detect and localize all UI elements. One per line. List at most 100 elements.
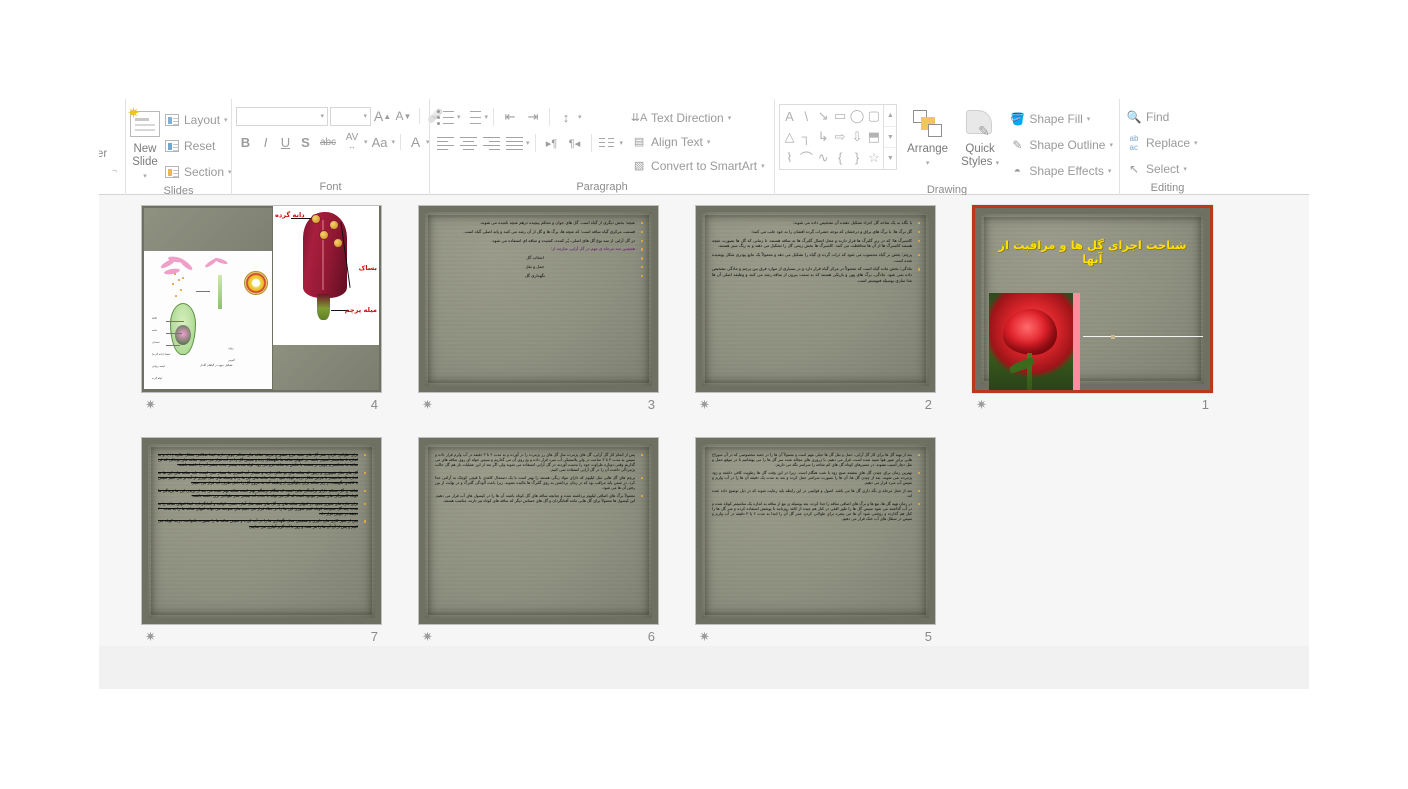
shape-arrow-line-icon[interactable]: ↘ bbox=[815, 106, 832, 127]
increase-font-size-button[interactable]: A ▲ bbox=[373, 106, 392, 126]
align-chevron-down-icon[interactable]: ▾ bbox=[526, 139, 530, 147]
shape-triangle-icon[interactable]: △ bbox=[781, 127, 798, 148]
shape-fill-chevron-down-icon[interactable]: ▾ bbox=[1087, 115, 1091, 123]
animation-indicator-icon[interactable]: ✷ bbox=[699, 398, 710, 411]
layout-button[interactable]: Layout ▾ bbox=[162, 108, 234, 131]
shape-line-icon[interactable]: \ bbox=[798, 106, 815, 127]
animation-indicator-icon[interactable]: ✷ bbox=[699, 630, 710, 643]
slide-thumbnail-6[interactable]: پس از اتمام کار گل آرایی، گل های پژمرده … bbox=[418, 437, 659, 625]
ltr-direction-button[interactable]: ▸¶ bbox=[541, 132, 563, 154]
align-center-button[interactable] bbox=[457, 132, 479, 154]
section-button[interactable]: Section ▾ bbox=[162, 160, 234, 183]
shape-star-icon[interactable]: ☆ bbox=[865, 147, 882, 168]
replace-chevron-down-icon[interactable]: ▾ bbox=[1194, 139, 1198, 147]
decrease-font-size-button[interactable]: A ▼ bbox=[394, 106, 413, 126]
layout-chevron-down-icon[interactable]: ▾ bbox=[224, 116, 228, 124]
font-name-chevron-down-icon[interactable]: ▾ bbox=[320, 112, 324, 120]
slide-thumbnail-cell[interactable]: پس از اتمام کار گل آرایی، گل های پژمرده … bbox=[400, 437, 677, 669]
animation-indicator-icon[interactable]: ✷ bbox=[422, 398, 433, 411]
font-size-chevron-down-icon[interactable]: ▾ bbox=[363, 112, 367, 120]
shapes-scroll-down-icon[interactable]: ▼ bbox=[884, 127, 897, 149]
animation-indicator-icon[interactable]: ✷ bbox=[145, 630, 156, 643]
smartart-chevron-down-icon[interactable]: ▾ bbox=[761, 162, 765, 170]
shape-arc-icon[interactable]: ⌒ bbox=[798, 147, 815, 168]
shape-elbow-arrow-icon[interactable]: ↳ bbox=[815, 127, 832, 148]
line-spacing-chevron-down-icon[interactable]: ▾ bbox=[578, 113, 582, 121]
columns-chevron-down-icon[interactable]: ▾ bbox=[620, 139, 624, 147]
shape-scribble-icon[interactable]: ⌇ bbox=[781, 147, 798, 168]
convert-to-smartart-button[interactable]: ▧ Convert to SmartArt ▾ bbox=[629, 154, 767, 177]
numbering-button[interactable] bbox=[462, 106, 484, 128]
animation-indicator-icon[interactable]: ✷ bbox=[145, 398, 156, 411]
justify-button[interactable] bbox=[503, 132, 525, 154]
bold-button[interactable]: B bbox=[236, 132, 255, 152]
quick-styles-button[interactable]: ✎ Quick Styles ▾ bbox=[958, 104, 1003, 170]
shape-right-brace-icon[interactable]: } bbox=[849, 147, 866, 168]
increase-indent-button[interactable]: ⇥ bbox=[522, 106, 544, 128]
shape-rounded-rect-icon[interactable]: ▢ bbox=[865, 106, 882, 127]
align-left-button[interactable] bbox=[434, 132, 456, 154]
change-case-chevron-down-icon[interactable]: ▾ bbox=[392, 138, 396, 146]
shape-text-box-icon[interactable]: A bbox=[781, 106, 798, 127]
slide-thumbnail-cell[interactable]: برای طولانی کردن عمر گل های مقید مرغ عشق… bbox=[123, 437, 400, 669]
shape-left-brace-icon[interactable]: { bbox=[832, 147, 849, 168]
font-color-button[interactable]: A bbox=[406, 132, 425, 152]
shape-folded-corner-icon[interactable]: ⬒ bbox=[865, 127, 882, 148]
slide-thumbnail-1[interactable]: شناخت اجزای گل ها و مراقبت از آنها bbox=[971, 204, 1214, 394]
font-name-input[interactable]: ▾ bbox=[236, 106, 328, 126]
italic-button[interactable]: I bbox=[256, 132, 275, 152]
animation-indicator-icon[interactable]: ✷ bbox=[976, 398, 987, 411]
decrease-indent-button[interactable]: ⇤ bbox=[499, 106, 521, 128]
character-spacing-chevron-down-icon[interactable]: ▾ bbox=[364, 138, 368, 146]
underline-button[interactable]: U bbox=[276, 132, 295, 152]
quick-styles-chevron-down-icon[interactable]: ▾ bbox=[996, 160, 1000, 167]
shape-right-arrow-icon[interactable]: ⇨ bbox=[832, 127, 849, 148]
change-case-button[interactable]: Aa bbox=[369, 132, 391, 152]
select-chevron-down-icon[interactable]: ▾ bbox=[1183, 165, 1187, 173]
line-spacing-button[interactable]: ↕ bbox=[555, 106, 577, 128]
slide-thumbnail-cell[interactable]: شناخت اجزای گل ها و مراقبت از آنها ✷ 1 bbox=[954, 204, 1231, 437]
slide-thumbnail-cell[interactable]: کلاله خامه تخمدان تخمک (دانه گرده) کیسه رویا… bbox=[123, 205, 400, 437]
shape-oval-icon[interactable]: ◯ bbox=[849, 106, 866, 127]
strikethrough-button[interactable]: abc bbox=[316, 132, 340, 152]
slide-thumbnail-cell[interactable]: غنچه؛ بخش دیگری از گیاه است. گل های جوان… bbox=[400, 205, 677, 437]
align-right-button[interactable] bbox=[480, 132, 502, 154]
slide-thumbnail-cell[interactable]: با نگاه به یک شاخه گل اجزاء تشکیل دهنده … bbox=[677, 205, 954, 437]
shapes-gallery[interactable]: A \ ↘ ▭ ◯ ▢ △ ┐ ↳ ⇨ ⇩ ⬒ ⌇ ⌒ ∿{} ☆ ▲ ▼ ▼ bbox=[779, 104, 898, 170]
new-slide-chevron-down-icon[interactable]: ▾ bbox=[143, 173, 147, 180]
shape-rectangle-icon[interactable]: ▭ bbox=[832, 106, 849, 127]
bullets-chevron-down-icon[interactable]: ▾ bbox=[457, 113, 461, 121]
new-slide-button[interactable]: ✷ New Slide ▾ bbox=[127, 104, 160, 183]
columns-button[interactable] bbox=[597, 132, 619, 154]
clipboard-dialog-launcher-icon[interactable] bbox=[110, 166, 119, 175]
shape-outline-button[interactable]: ✎ Shape Outline ▾ bbox=[1007, 133, 1115, 156]
text-direction-button[interactable]: ⇊A Text Direction ▾ bbox=[629, 106, 767, 129]
slide-thumbnail-cell[interactable]: بعد از تهیه گل ها برای کار گل آرایی، حمل… bbox=[677, 437, 954, 669]
shape-effects-button[interactable]: ◓ Shape Effects ▾ bbox=[1007, 159, 1115, 182]
find-button[interactable]: 🔍 Find bbox=[1124, 105, 1200, 128]
slide-thumbnail-5[interactable]: بعد از تهیه گل ها برای کار گل آرایی، حمل… bbox=[695, 437, 936, 625]
font-size-input[interactable]: ▾ bbox=[330, 106, 371, 126]
shape-elbow-connector-icon[interactable]: ┐ bbox=[798, 127, 815, 148]
bullets-button[interactable] bbox=[434, 106, 456, 128]
align-text-chevron-down-icon[interactable]: ▾ bbox=[707, 138, 711, 146]
slide-sorter-pane[interactable]: کلاله خامه تخمدان تخمک (دانه گرده) کیسه رویا… bbox=[99, 195, 1309, 689]
animation-indicator-icon[interactable]: ✷ bbox=[422, 630, 433, 643]
replace-button[interactable]: ab ac Replace ▾ bbox=[1124, 131, 1200, 154]
select-button[interactable]: ↖ Select ▾ bbox=[1124, 157, 1200, 180]
shapes-gallery-scrollbar[interactable]: ▲ ▼ ▼ bbox=[883, 105, 897, 169]
rtl-direction-button[interactable]: ¶◂ bbox=[564, 132, 586, 154]
reset-button[interactable]: Reset bbox=[162, 134, 234, 157]
text-shadow-button[interactable]: S bbox=[296, 132, 315, 152]
arrange-chevron-down-icon[interactable]: ▾ bbox=[926, 160, 930, 167]
slide-thumbnail-3[interactable]: غنچه؛ بخش دیگری از گیاه است. گل های جوان… bbox=[418, 205, 659, 393]
slide-thumbnail-7[interactable]: برای طولانی کردن عمر گل های مقید مرغ عشق… bbox=[141, 437, 382, 625]
shape-curve-icon[interactable]: ∿ bbox=[815, 147, 832, 168]
shapes-scroll-up-icon[interactable]: ▲ bbox=[884, 105, 897, 127]
shape-outline-chevron-down-icon[interactable]: ▾ bbox=[1109, 141, 1113, 149]
character-spacing-button[interactable]: AV ↔ bbox=[341, 132, 363, 152]
text-direction-chevron-down-icon[interactable]: ▾ bbox=[728, 114, 732, 122]
shape-effects-chevron-down-icon[interactable]: ▾ bbox=[1108, 167, 1112, 175]
slide-thumbnail-4[interactable]: کلاله خامه تخمدان تخمک (دانه گرده) کیسه رویا… bbox=[141, 205, 382, 393]
align-text-button[interactable]: ▤ Align Text ▾ bbox=[629, 130, 767, 153]
